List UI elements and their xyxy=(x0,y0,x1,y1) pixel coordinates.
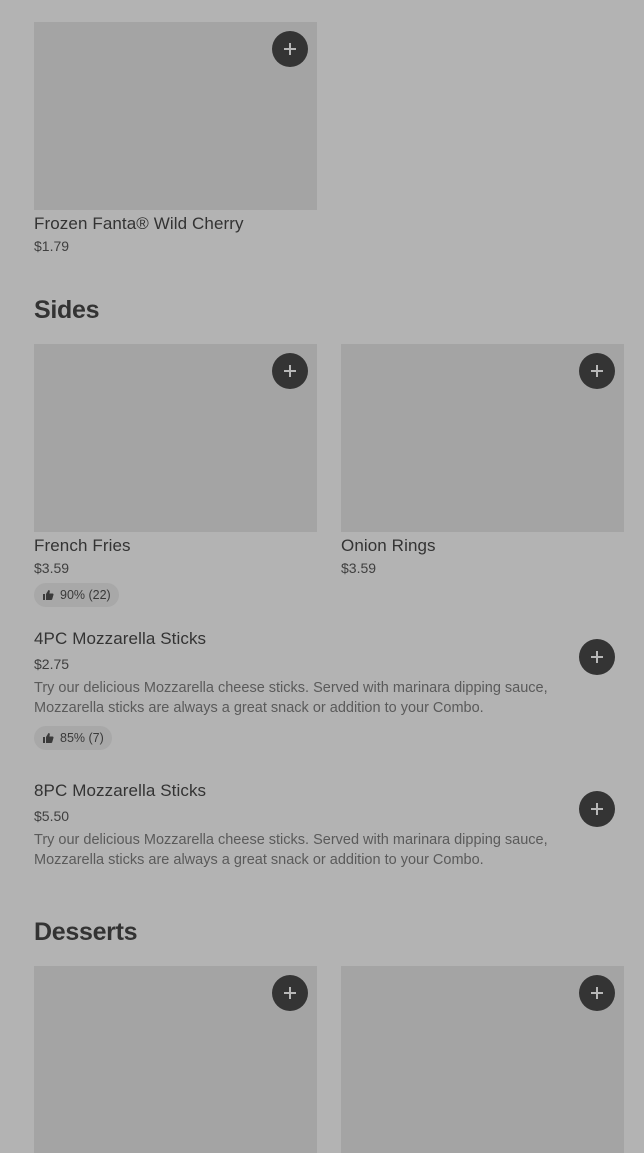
plus-icon xyxy=(591,987,603,999)
add-item-button[interactable] xyxy=(579,353,615,389)
rating-badge: 90% (22) xyxy=(34,583,119,607)
rating-badge: 85% (7) xyxy=(34,726,112,750)
thumbs-up-icon xyxy=(43,733,54,743)
item-image xyxy=(34,22,317,210)
item-name: French Fries xyxy=(34,536,131,555)
menu-item-card[interactable] xyxy=(341,966,624,1153)
add-item-button[interactable] xyxy=(579,975,615,1011)
section-title-desserts: Desserts xyxy=(34,918,138,946)
plus-icon xyxy=(591,803,603,815)
add-item-button[interactable] xyxy=(579,639,615,675)
item-price: $3.59 xyxy=(34,560,70,576)
add-item-button[interactable] xyxy=(272,353,308,389)
item-image xyxy=(341,344,624,532)
menu-list-item[interactable]: 4PC Mozzarella Sticks $2.75 Try our deli… xyxy=(34,628,624,750)
item-name: 8PC Mozzarella Sticks xyxy=(34,781,207,800)
item-price: $1.79 xyxy=(34,238,70,254)
rating-text: 90% (22) xyxy=(60,588,111,602)
add-item-button[interactable] xyxy=(272,975,308,1011)
item-name: Frozen Fanta® Wild Cherry xyxy=(34,214,244,233)
menu-item-card[interactable] xyxy=(34,966,317,1153)
item-image xyxy=(34,344,317,532)
plus-icon xyxy=(284,43,296,55)
menu-page: Frozen Fanta® Wild Cherry $1.79 Sides Fr… xyxy=(0,0,644,1153)
item-image xyxy=(341,966,624,1153)
plus-icon xyxy=(591,365,603,377)
item-image xyxy=(34,966,317,1153)
add-item-button[interactable] xyxy=(272,31,308,67)
add-item-button[interactable] xyxy=(579,791,615,827)
menu-item-card[interactable]: Onion Rings $3.59 xyxy=(341,344,624,578)
menu-list-item[interactable]: 8PC Mozzarella Sticks $5.50 Try our deli… xyxy=(34,780,624,870)
item-name: Onion Rings xyxy=(341,536,436,555)
menu-item-card[interactable]: Frozen Fanta® Wild Cherry $1.79 xyxy=(34,22,317,256)
plus-icon xyxy=(284,987,296,999)
item-price: $2.75 xyxy=(34,656,70,672)
item-description: Try our delicious Mozzarella cheese stic… xyxy=(34,680,548,716)
plus-icon xyxy=(591,651,603,663)
plus-icon xyxy=(284,365,296,377)
item-price: $5.50 xyxy=(34,808,70,824)
thumbs-up-icon xyxy=(43,590,54,600)
rating-text: 85% (7) xyxy=(60,731,104,745)
item-name: 4PC Mozzarella Sticks xyxy=(34,629,207,648)
item-description: Try our delicious Mozzarella cheese stic… xyxy=(34,832,548,868)
item-price: $3.59 xyxy=(341,560,377,576)
menu-item-card[interactable]: French Fries $3.59 90% (22) xyxy=(34,344,317,607)
section-title-sides: Sides xyxy=(34,296,100,324)
